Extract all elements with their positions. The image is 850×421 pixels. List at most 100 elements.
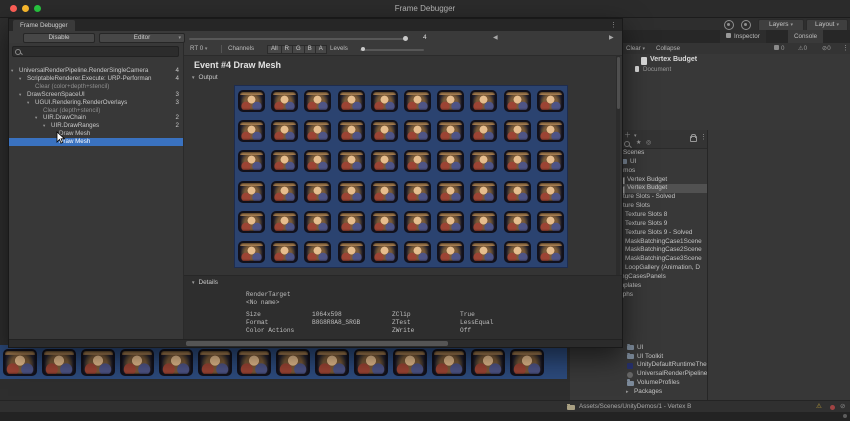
- sprite-thumbnail: [370, 150, 398, 173]
- sprite-thumbnail: [337, 210, 365, 233]
- error-badge[interactable]: ⊘0: [822, 43, 831, 54]
- sprite-thumbnail: [198, 348, 232, 376]
- sprite-thumbnail: [404, 210, 432, 233]
- foldout-arrow-icon[interactable]: ▾: [19, 75, 21, 83]
- foldout-arrow-icon[interactable]: ▾: [27, 99, 29, 107]
- inspector-icon: [726, 33, 731, 38]
- asset-icon: [641, 57, 647, 65]
- kebab-menu-icon[interactable]: ⋮: [700, 133, 707, 141]
- event-label: ScriptableRenderer.Execute: URP-Performa…: [27, 74, 152, 82]
- inspector-body: [708, 130, 850, 400]
- sprite-thumbnail: [271, 210, 299, 233]
- foldout-arrow-icon[interactable]: ▾: [19, 91, 21, 99]
- add-asset-button[interactable]: ＋: [624, 131, 631, 140]
- project-item[interactable]: UniversalRenderPipelineGlobalSet: [570, 370, 707, 378]
- tab-frame-debugger[interactable]: Frame Debugger: [13, 20, 75, 31]
- info-icon: [774, 45, 779, 50]
- sprite-thumbnail: [315, 348, 349, 376]
- event-tree-row[interactable]: Clear (color+depth+stencil): [9, 83, 183, 91]
- target-dropdown[interactable]: Editor ▾: [99, 33, 185, 43]
- info-badge[interactable]: 0: [774, 43, 784, 54]
- channel-button-all[interactable]: All: [267, 45, 282, 54]
- sprite-thumbnail: [276, 348, 310, 376]
- project-item[interactable]: UI Toolkit: [570, 352, 707, 361]
- sprite-thumbnail: [370, 180, 398, 203]
- vertical-scrollbar[interactable]: [616, 55, 620, 275]
- channel-button-a[interactable]: A: [314, 45, 327, 54]
- collapse-button[interactable]: Collapse: [656, 43, 680, 54]
- account-icon[interactable]: [741, 20, 751, 30]
- levels-slider-knob[interactable]: [361, 47, 365, 51]
- tab-inspector[interactable]: Inspector: [720, 30, 766, 43]
- details-key: ZWrite: [392, 327, 415, 334]
- kebab-menu-icon[interactable]: ⋮: [842, 43, 849, 54]
- target-dropdown-label: Editor: [133, 34, 151, 41]
- cloud-icon[interactable]: [724, 20, 734, 30]
- sprite-thumbnail: [470, 90, 498, 113]
- sprite-thumbnail: [304, 240, 332, 263]
- tab-console[interactable]: Console: [788, 30, 824, 43]
- sprite-thumbnail: [471, 348, 505, 376]
- label-icon[interactable]: ◎: [646, 139, 651, 148]
- sprite-thumbnail: [536, 210, 564, 233]
- layout-label: Layout: [814, 21, 835, 28]
- event-tree-row[interactable]: ▾ ScriptableRenderer.Execute: URP-Perform…: [9, 75, 183, 83]
- favorites-icon[interactable]: ★: [636, 139, 641, 148]
- event-tree-row[interactable]: ▾ UIR.DrawRanges 2: [9, 122, 183, 130]
- sprite-thumbnail: [42, 348, 76, 376]
- kebab-menu-icon[interactable]: ⋮: [610, 21, 617, 29]
- chevron-down-icon: ▾: [790, 22, 794, 28]
- event-slider[interactable]: [189, 38, 407, 40]
- sprite-thumbnail: [503, 210, 531, 233]
- event-count: 4: [175, 74, 179, 82]
- project-item[interactable]: VolumeProfiles: [570, 379, 707, 387]
- details-foldout[interactable]: ▼ Details: [191, 279, 218, 286]
- previous-event-button[interactable]: ◀: [493, 34, 498, 42]
- event-label: Clear (color+depth+stencil): [35, 82, 110, 90]
- project-item-label: Vertex Budget: [627, 175, 668, 183]
- foldout-arrow-icon[interactable]: ▸: [626, 388, 629, 396]
- event-tree-row[interactable]: ▾ UIR.DrawChain 2: [9, 114, 183, 122]
- inspector-panel: Vertex Budget Document: [622, 54, 850, 130]
- sprite-thumbnail: [437, 210, 465, 233]
- event-tree-row[interactable]: Draw Mesh: [9, 130, 183, 138]
- horizontal-scrollbar[interactable]: [9, 339, 622, 347]
- sprite-thumbnail: [536, 120, 564, 143]
- sprite-thumbnail: [304, 90, 332, 113]
- event-tree-row[interactable]: ▾ UniversalRenderPipeline.RenderSingleCam…: [9, 67, 183, 75]
- status-error-icon[interactable]: [830, 405, 835, 410]
- vertical-scrollbar-thumb[interactable]: [616, 57, 620, 109]
- foldout-arrow-icon[interactable]: ▾: [35, 114, 37, 122]
- details-key: Size: [246, 311, 261, 318]
- foldout-arrow-icon[interactable]: ▾: [11, 67, 13, 75]
- warning-badge[interactable]: ⚠0: [798, 43, 807, 54]
- levels-slider[interactable]: [360, 49, 424, 51]
- event-slider-knob[interactable]: [403, 36, 408, 41]
- sprite-thumbnail: [81, 348, 115, 376]
- horizontal-scrollbar-thumb[interactable]: [186, 341, 448, 346]
- mouse-cursor: [56, 131, 66, 150]
- sprite-thumbnail: [337, 180, 365, 203]
- project-item[interactable]: ▸ Packages: [570, 388, 707, 396]
- details-value: Off: [460, 327, 472, 334]
- event-tree-row[interactable]: Clear (depth+stencil): [9, 107, 183, 115]
- sprite-thumbnail: [337, 240, 365, 263]
- project-item[interactable]: UnityDefaultRuntimeTheme: [570, 361, 707, 369]
- foldout-arrow-icon[interactable]: ▾: [43, 122, 45, 130]
- sprite-thumbnail: [238, 120, 266, 143]
- event-number[interactable]: 4: [423, 34, 427, 42]
- event-tree-row[interactable]: ▾ UGUI.Rendering.RenderOverlays 3: [9, 99, 183, 107]
- event-tree-row[interactable]: ▾ DrawScreenSpaceUI 3: [9, 91, 183, 99]
- rt-dropdown[interactable]: RT 0 ▾: [190, 43, 207, 55]
- event-tree-row[interactable]: Draw Mesh: [9, 138, 183, 146]
- next-event-button[interactable]: ▶: [609, 34, 614, 42]
- search-input[interactable]: [12, 46, 179, 57]
- event-detail-panel: RT 0 ▾ Channels All R G B A Levels Event #4 …: [184, 43, 622, 339]
- disable-button[interactable]: Disable: [23, 33, 95, 43]
- sprite-thumbnail: [432, 348, 466, 376]
- output-foldout[interactable]: ▼ Output: [191, 74, 218, 81]
- details-value: LessEqual: [460, 319, 494, 326]
- lock-icon[interactable]: [690, 134, 697, 142]
- sprite-thumbnail: [304, 150, 332, 173]
- event-count: 3: [175, 98, 179, 106]
